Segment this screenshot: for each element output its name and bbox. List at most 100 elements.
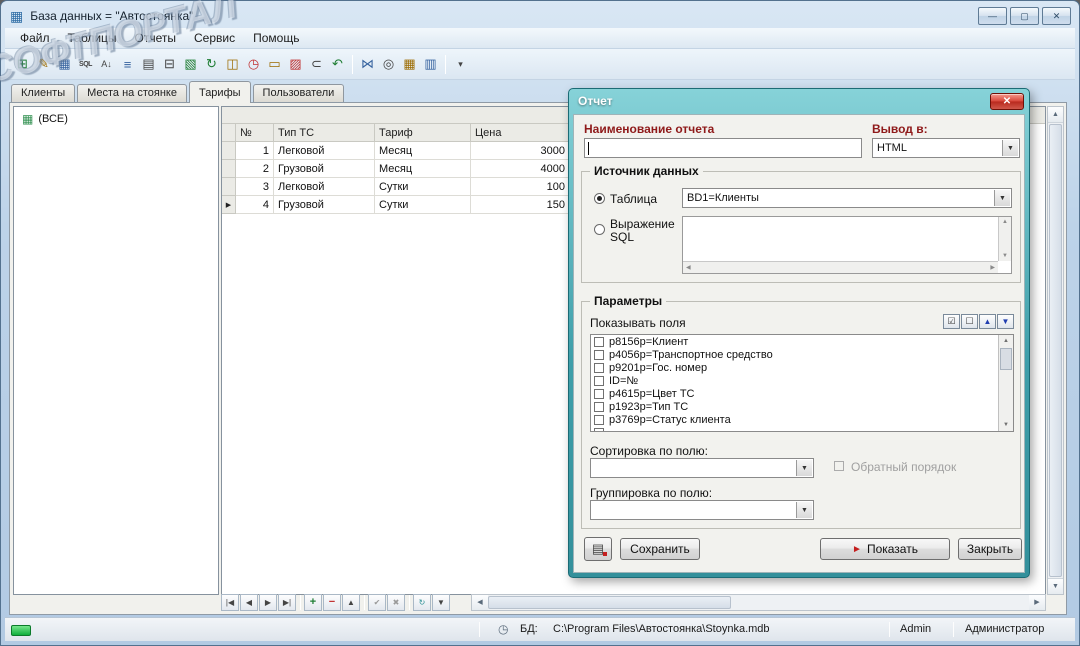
undo-icon[interactable]: ↶: [327, 53, 348, 75]
list-item[interactable]: p9201p=Гос. номер: [591, 361, 1013, 374]
tab-parking-places[interactable]: Места на стоянке: [77, 84, 187, 102]
payment-icon[interactable]: ▭: [264, 53, 285, 75]
edit-record-button[interactable]: ▲: [342, 593, 360, 611]
clipboard-icon[interactable]: ◫: [222, 53, 243, 75]
chevron-down-icon[interactable]: ▼: [796, 502, 812, 518]
hscroll-track[interactable]: [488, 595, 1029, 610]
hscroll-thumb[interactable]: [488, 595, 732, 609]
list-item[interactable]: p4615p=Цвет ТС: [591, 387, 1013, 400]
find-icon[interactable]: ◎: [378, 53, 399, 75]
scroll-left-icon[interactable]: ◀: [472, 594, 488, 610]
refresh-icon[interactable]: ↻: [201, 53, 222, 75]
group-select[interactable]: ▼: [590, 500, 814, 520]
menu-service[interactable]: Сервис: [185, 29, 244, 47]
show-button[interactable]: ► Показать: [820, 538, 950, 560]
next-record-button[interactable]: ▶: [259, 593, 277, 611]
scroll-up-icon[interactable]: ▲: [1002, 219, 1008, 225]
document-icon[interactable]: ▤: [138, 53, 159, 75]
sql-radio[interactable]: [594, 224, 605, 235]
move-up-button[interactable]: ▲: [979, 314, 996, 329]
uncheck-all-button[interactable]: ☐: [961, 314, 978, 329]
col-header-type[interactable]: Тип ТС: [274, 124, 375, 142]
tree-node-all[interactable]: ▦ (ВСЕ): [14, 107, 218, 126]
tab-tariffs[interactable]: Тарифы: [188, 81, 251, 103]
output-select[interactable]: HTML ▼: [872, 138, 1020, 158]
scroll-right-icon[interactable]: ▶: [990, 264, 995, 271]
menu-reports[interactable]: Отчеты: [126, 29, 185, 47]
scroll-down-icon[interactable]: ▼: [1002, 253, 1008, 259]
report-name-input[interactable]: [584, 138, 862, 158]
add-record-button[interactable]: +: [304, 593, 322, 611]
close-button[interactable]: ✕: [1042, 7, 1071, 25]
move-down-button[interactable]: ▼: [997, 314, 1014, 329]
sql-vscrollbar[interactable]: ▲ ▼: [998, 217, 1011, 261]
vscroll-thumb[interactable]: [1049, 124, 1062, 577]
prev-record-button[interactable]: ◀: [240, 593, 258, 611]
post-edit-button[interactable]: ✔: [368, 593, 386, 611]
table-radio[interactable]: [594, 193, 605, 204]
sql-radio-label[interactable]: Выражение SQL: [610, 218, 675, 244]
checkbox[interactable]: [594, 414, 604, 425]
menu-tables[interactable]: Таблицы: [59, 29, 126, 47]
horizontal-scrollbar[interactable]: ◀ ▶: [471, 593, 1046, 611]
delete-chart-icon[interactable]: ▨: [285, 53, 306, 75]
checkbox[interactable]: [594, 401, 604, 412]
list-item[interactable]: p8156p=Клиент: [591, 335, 1013, 348]
list-item[interactable]: ID=№: [591, 374, 1013, 387]
chevron-down-icon[interactable]: ▼: [796, 460, 812, 476]
menu-help[interactable]: Помощь: [244, 29, 308, 47]
fields-scrollbar[interactable]: ▲ ▼: [998, 335, 1013, 431]
scroll-up-icon[interactable]: ▲: [1003, 338, 1009, 344]
menu-file[interactable]: Файл: [11, 29, 59, 47]
delete-record-button[interactable]: −: [323, 593, 341, 611]
save-button[interactable]: Сохранить: [620, 538, 700, 560]
list-item[interactable]: [591, 426, 1013, 431]
vertical-scrollbar[interactable]: ▲ ▼: [1047, 106, 1064, 595]
sort-icon[interactable]: A↓: [96, 53, 117, 75]
checkbox[interactable]: [594, 349, 604, 360]
history-icon[interactable]: ◷: [243, 53, 264, 75]
checkbox[interactable]: [594, 388, 604, 399]
refresh-records-button[interactable]: ↻: [413, 593, 431, 611]
col-header-num[interactable]: №: [236, 124, 274, 142]
dialog-close-button[interactable]: ✕: [990, 93, 1024, 110]
dialog-title-bar[interactable]: Отчет: [569, 89, 1029, 113]
last-record-button[interactable]: ▶|: [278, 593, 296, 611]
list-item[interactable]: p1923p=Тип ТС: [591, 400, 1013, 413]
checkbox[interactable]: [594, 362, 604, 373]
relations-icon[interactable]: ⋈: [357, 53, 378, 75]
chart-icon[interactable]: ▥: [420, 53, 441, 75]
first-record-button[interactable]: |◀: [221, 593, 239, 611]
minimize-button[interactable]: —: [978, 7, 1007, 25]
maximize-button[interactable]: ▢: [1010, 7, 1039, 25]
tree-panel[interactable]: ▦ (ВСЕ): [13, 106, 219, 595]
print-icon[interactable]: ⊟: [159, 53, 180, 75]
fields-icon[interactable]: ≡: [117, 53, 138, 75]
list-item[interactable]: p4056p=Транспортное средство: [591, 348, 1013, 361]
filter-button[interactable]: ▼: [432, 593, 450, 611]
title-bar[interactable]: ▦ База данных = "Автостоянка": [5, 5, 1075, 27]
scroll-left-icon[interactable]: ◀: [686, 264, 691, 271]
add-record-icon[interactable]: ⊞: [12, 53, 33, 75]
check-all-button[interactable]: ☑: [943, 314, 960, 329]
export-icon[interactable]: ▧: [180, 53, 201, 75]
tab-clients[interactable]: Клиенты: [11, 84, 76, 102]
report-template-button[interactable]: ▤: [584, 537, 612, 561]
attachment-icon[interactable]: ⊂: [306, 53, 327, 75]
sort-select[interactable]: ▼: [590, 458, 814, 478]
col-header-price[interactable]: Цена: [471, 124, 570, 142]
dialog-close-action-button[interactable]: Закрыть: [958, 538, 1022, 560]
checkbox[interactable]: [594, 375, 604, 386]
sql-textarea[interactable]: ▲ ▼ ◀ ▶: [682, 216, 1012, 274]
edit-record-icon[interactable]: ✎: [33, 53, 54, 75]
cancel-edit-button[interactable]: ✖: [387, 593, 405, 611]
chevron-down-icon[interactable]: ▼: [1002, 140, 1018, 156]
sql-hscrollbar[interactable]: ◀ ▶: [683, 261, 998, 273]
sql-icon[interactable]: SQL: [75, 53, 96, 75]
list-item[interactable]: p3769p=Статус клиента: [591, 413, 1013, 426]
table-radio-label[interactable]: Таблица: [610, 192, 657, 206]
scroll-down-icon[interactable]: ▼: [1048, 578, 1063, 594]
scroll-up-icon[interactable]: ▲: [1048, 107, 1063, 123]
table-view-icon[interactable]: ▦: [54, 53, 75, 75]
table-select[interactable]: BD1=Клиенты ▼: [682, 188, 1012, 208]
